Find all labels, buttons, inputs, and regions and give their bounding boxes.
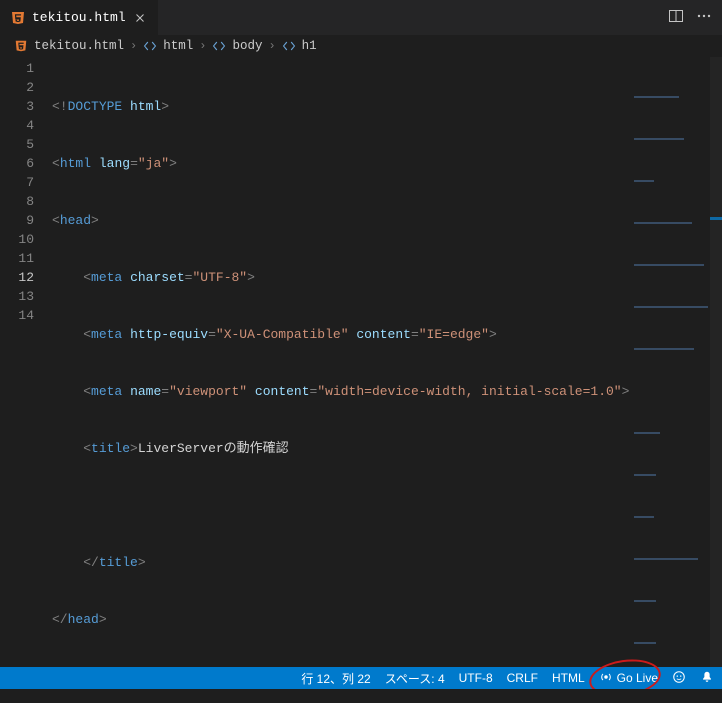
chevron-right-icon: › (268, 39, 275, 53)
status-bar: 行 12、列 22 スペース: 4 UTF-8 CRLF HTML Go Liv… (0, 667, 722, 689)
breadcrumb-file[interactable]: tekitou.html (34, 39, 124, 53)
feedback-icon (672, 670, 686, 687)
bell-icon (700, 670, 714, 687)
chevron-right-icon: › (130, 39, 137, 53)
status-indentation[interactable]: スペース: 4 (385, 670, 445, 687)
minimap[interactable] (630, 57, 710, 217)
breadcrumb-seg-0[interactable]: html (163, 39, 193, 53)
editor[interactable]: 1234567891011121314 <!DOCTYPE html> <htm… (0, 57, 722, 667)
breadcrumb[interactable]: tekitou.html › html › body › h1 (0, 35, 722, 57)
line-number-gutter: 1234567891011121314 (0, 57, 52, 667)
html-file-icon (14, 39, 28, 53)
vertical-scrollbar[interactable] (710, 57, 722, 667)
symbol-tag-icon (212, 39, 226, 53)
symbol-tag-icon (143, 39, 157, 53)
split-editor-icon[interactable] (668, 8, 684, 28)
status-encoding[interactable]: UTF-8 (459, 671, 493, 685)
html-file-icon (10, 10, 26, 26)
tab-filename: tekitou.html (32, 10, 126, 25)
breadcrumb-seg-1[interactable]: body (232, 39, 262, 53)
chevron-right-icon: › (199, 39, 206, 53)
broadcast-icon (599, 670, 613, 687)
status-cursor-position[interactable]: 行 12、列 22 (301, 670, 370, 687)
tab-tekitou-html[interactable]: tekitou.html (0, 0, 159, 35)
close-icon[interactable] (132, 10, 148, 26)
status-feedback[interactable] (672, 670, 686, 687)
symbol-tag-icon (282, 39, 296, 53)
status-eol[interactable]: CRLF (507, 671, 538, 685)
status-go-live[interactable]: Go Live (599, 670, 658, 687)
code-area[interactable]: <!DOCTYPE html> <html lang="ja"> <head> … (52, 57, 722, 667)
breadcrumb-seg-2[interactable]: h1 (302, 39, 317, 53)
more-actions-icon[interactable] (696, 8, 712, 28)
status-notifications[interactable] (700, 670, 714, 687)
tab-bar: tekitou.html (0, 0, 722, 35)
status-language-mode[interactable]: HTML (552, 671, 585, 685)
